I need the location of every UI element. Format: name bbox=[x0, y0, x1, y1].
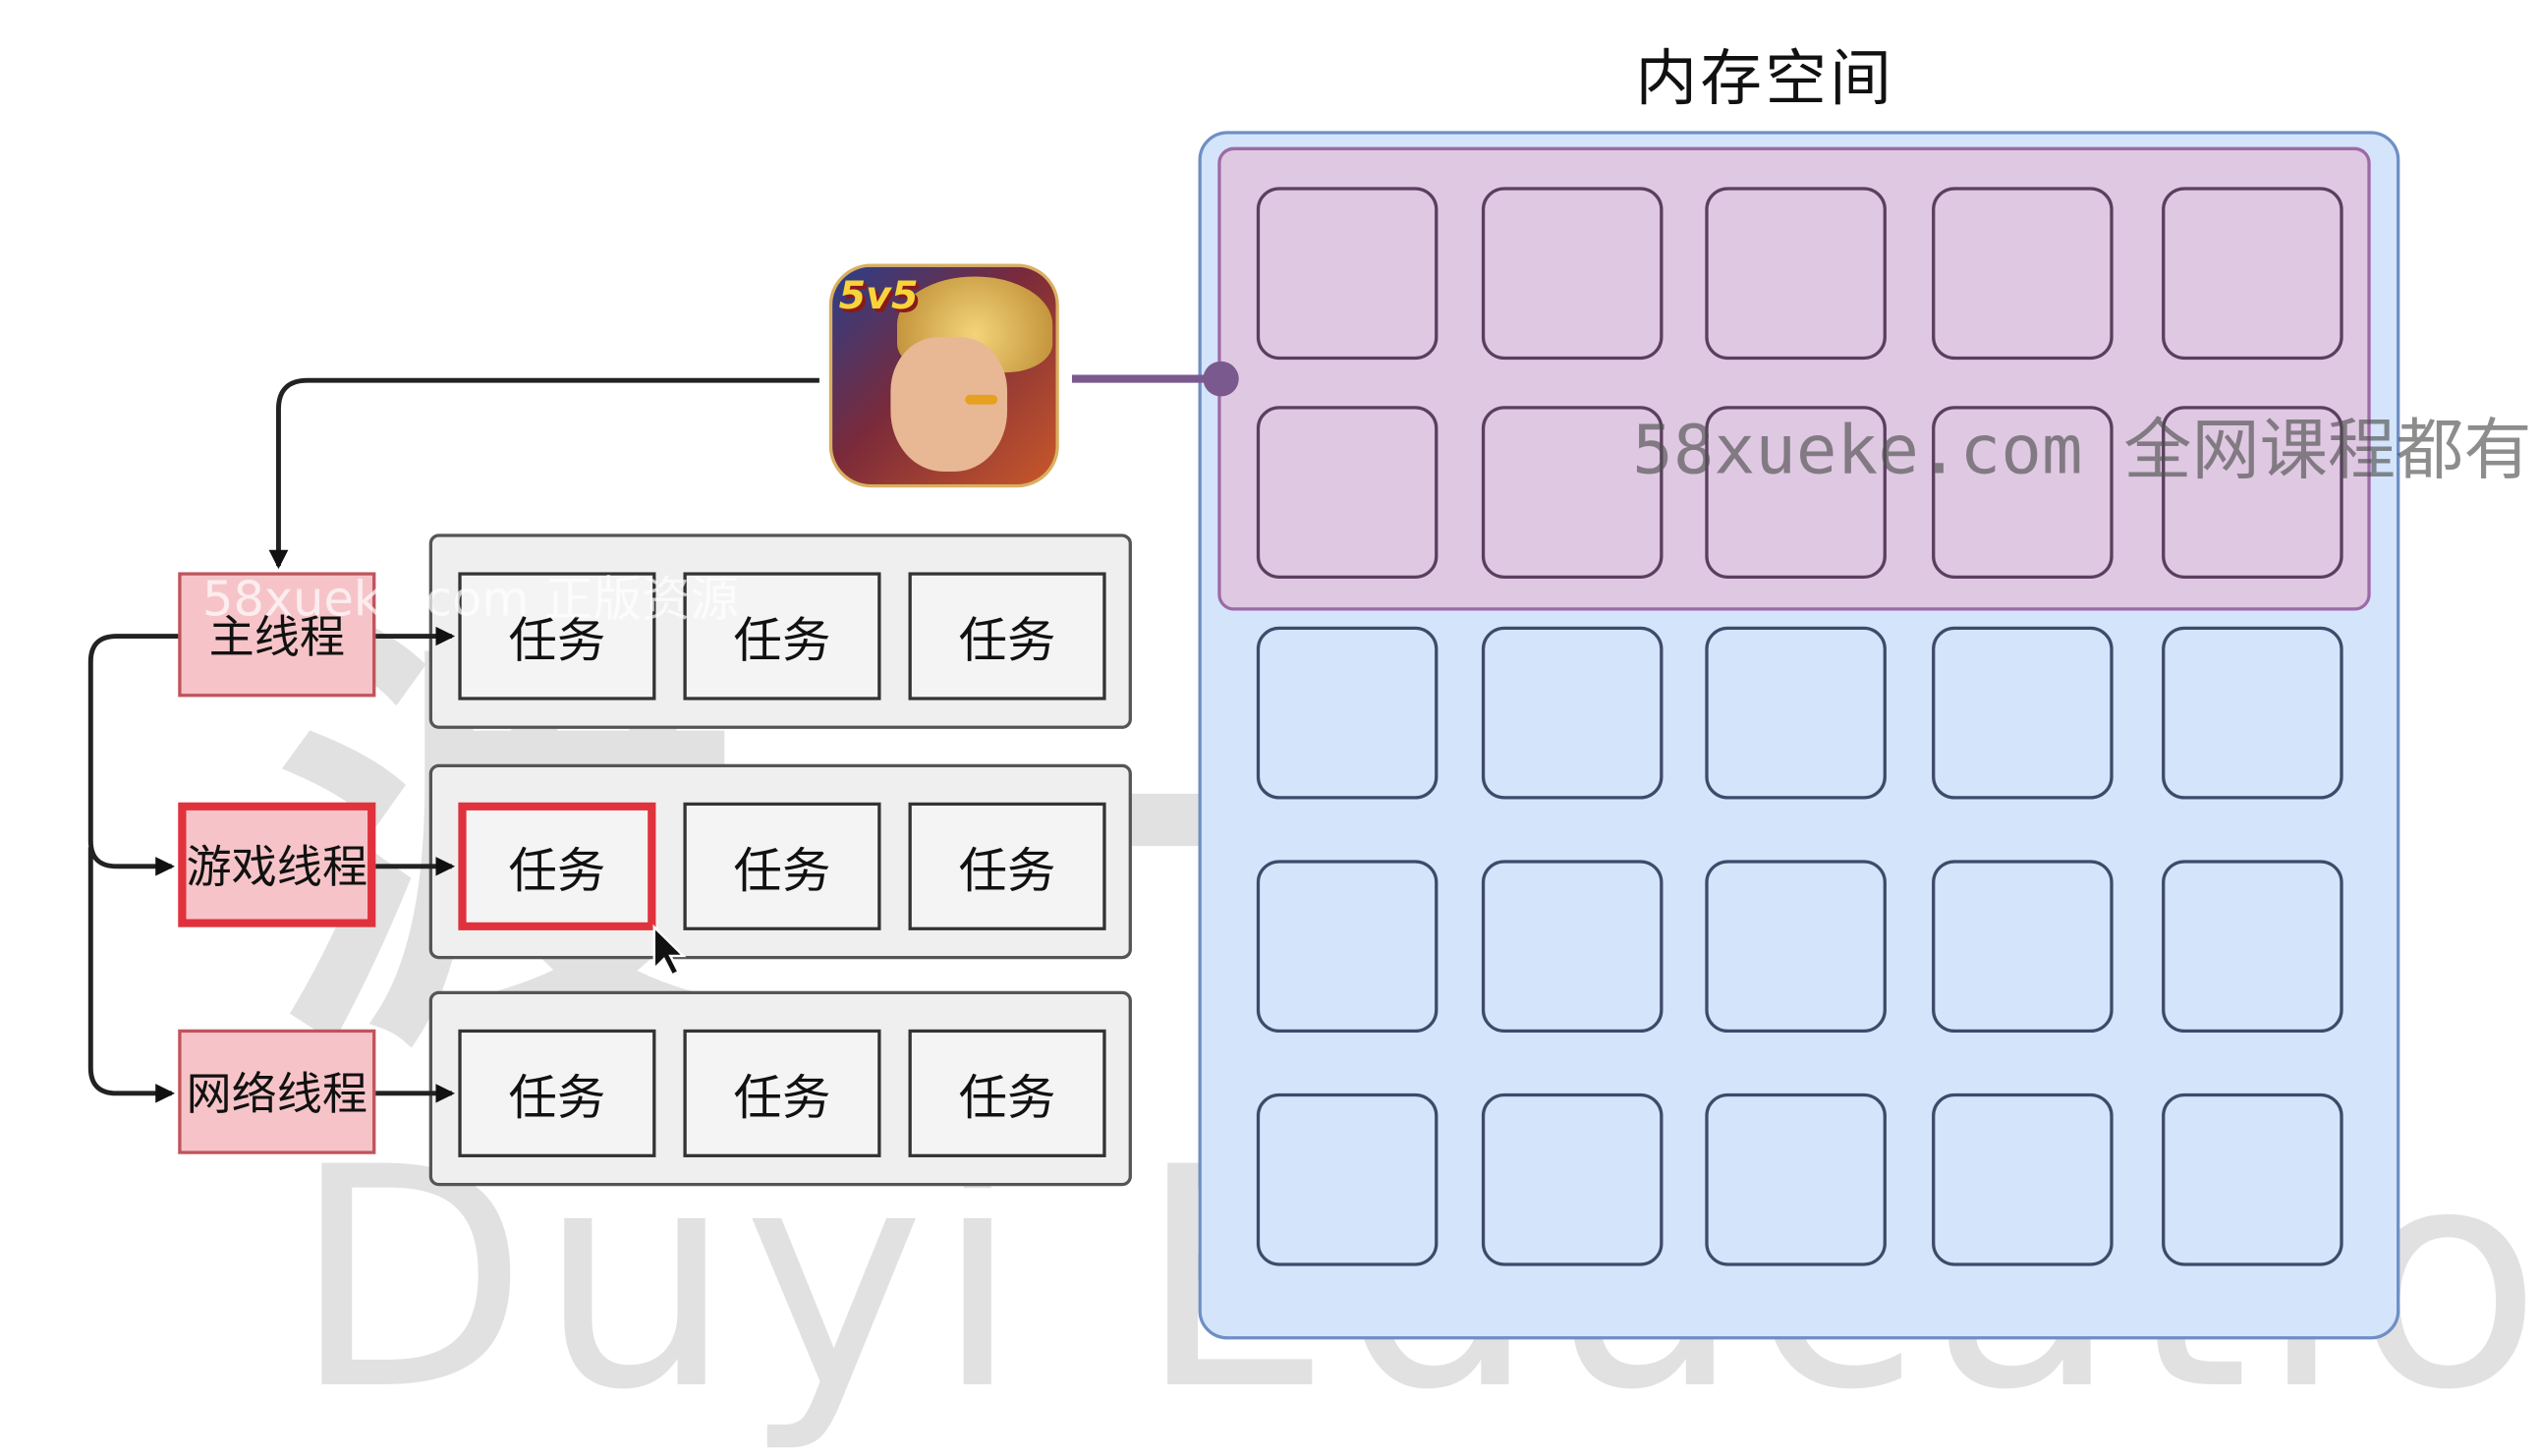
memory-connector-dot bbox=[1203, 361, 1239, 397]
connector-lines bbox=[87, 361, 1239, 1103]
icon-to-main-thread-arrow bbox=[268, 377, 819, 570]
diagram-canvas: 渡一教育 Duyi Education 内存空间 5v5 任务 任务 任务 任务… bbox=[0, 0, 2539, 1456]
mouse-cursor-icon bbox=[652, 924, 687, 978]
main-to-game-thread-arrow bbox=[87, 634, 179, 876]
main-to-network-thread-arrow bbox=[87, 847, 175, 1103]
